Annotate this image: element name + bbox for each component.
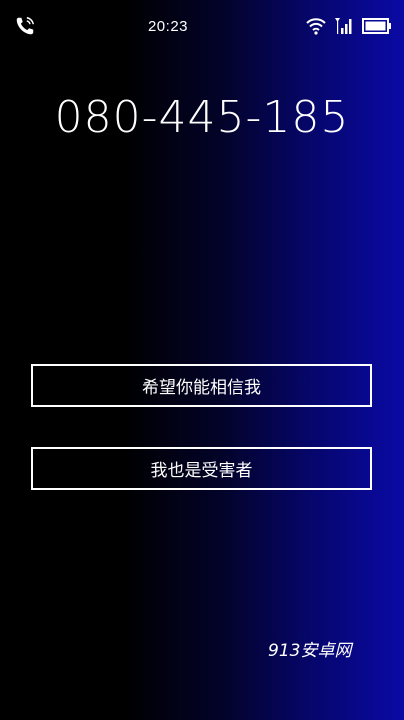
phone-call-icon xyxy=(14,15,36,37)
battery-icon xyxy=(362,18,392,34)
wifi-icon xyxy=(306,17,326,35)
status-right xyxy=(282,16,392,36)
watermark: 913安卓网 xyxy=(268,641,352,661)
signal-icon xyxy=(334,16,354,36)
reply-option-button-1[interactable]: 希望你能相信我 xyxy=(31,364,372,407)
call-screen: 20:23 080-445-185 希望你能相信我 我也是受害者 913安卓网 xyxy=(0,0,404,720)
status-time: 20:23 xyxy=(147,17,189,35)
status-bar: 20:23 xyxy=(0,0,404,52)
caller-number: 080-445-185 xyxy=(54,92,350,143)
status-left xyxy=(14,15,54,37)
reply-option-button-2[interactable]: 我也是受害者 xyxy=(31,447,372,490)
